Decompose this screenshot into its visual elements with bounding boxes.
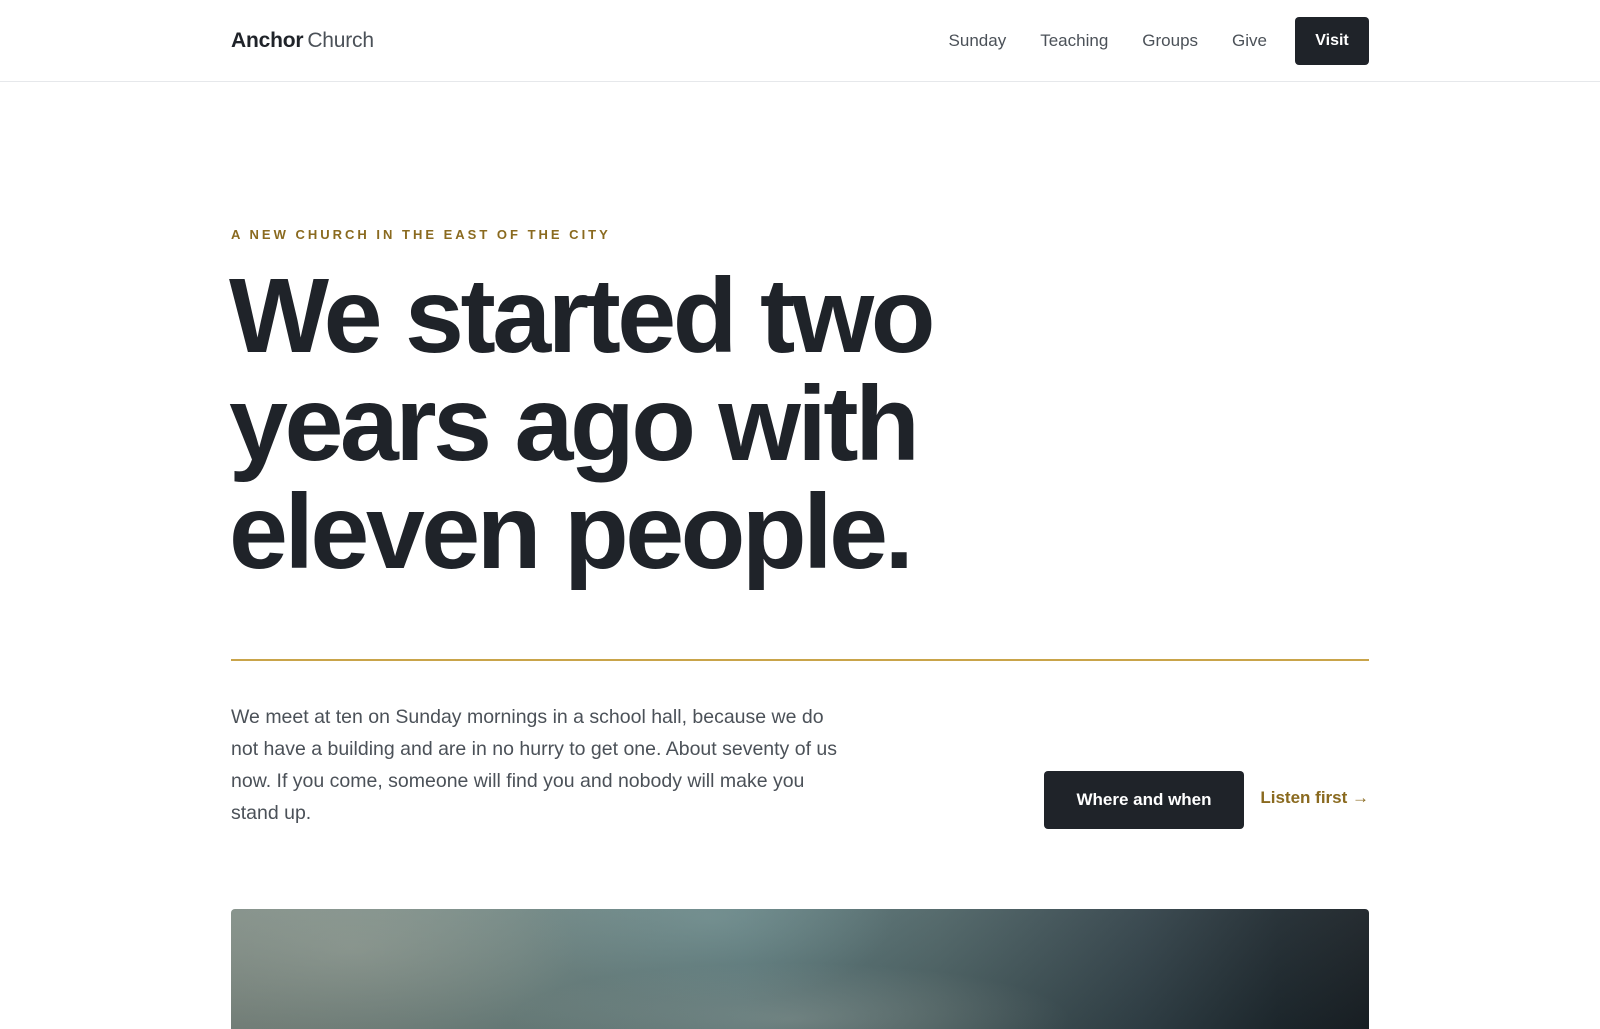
hero-photo: [231, 909, 1369, 1029]
where-and-when-button[interactable]: Where and when: [1044, 771, 1244, 829]
divider-rule: [231, 659, 1369, 661]
site-header: Anchor Church Sunday Teaching Groups Give…: [0, 0, 1600, 82]
brand-suffix: Church: [307, 29, 374, 52]
visit-button[interactable]: Visit: [1295, 17, 1369, 65]
brand-logo[interactable]: Anchor Church: [231, 26, 374, 56]
hero-headline: We started two years ago with eleven peo…: [229, 257, 935, 591]
nav-link-give[interactable]: Give: [1232, 17, 1267, 65]
brand-name: Anchor: [231, 29, 304, 52]
nav-link-groups[interactable]: Groups: [1142, 17, 1198, 65]
nav-link-teaching[interactable]: Teaching: [1040, 17, 1108, 65]
hero-intro-text: We meet at ten on Sunday mornings in a s…: [231, 706, 838, 824]
listen-first-link[interactable]: Listen first →: [1260, 788, 1369, 808]
nav-link-sunday[interactable]: Sunday: [949, 17, 1007, 65]
main-nav: Sunday Teaching Groups Give Visit: [949, 17, 1369, 65]
hero-eyebrow: A NEW CHURCH IN THE EAST OF THE CITY: [231, 227, 611, 242]
